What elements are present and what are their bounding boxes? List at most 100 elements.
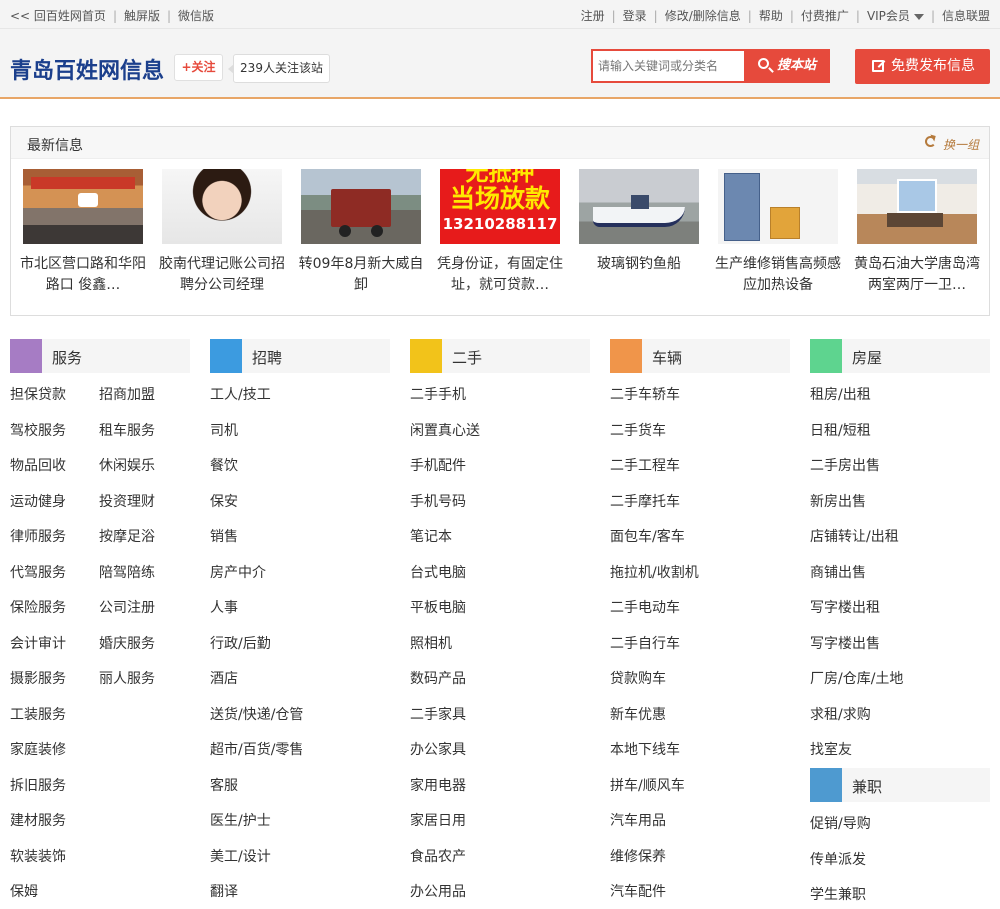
category-header[interactable]: 招聘 bbox=[210, 339, 390, 373]
refresh-button[interactable]: 换一组 bbox=[924, 136, 979, 153]
category-link[interactable]: 维修保养 bbox=[610, 847, 666, 867]
category-link[interactable]: 销售 bbox=[210, 527, 238, 547]
category-link[interactable]: 二手电动车 bbox=[610, 598, 680, 618]
category-link[interactable]: 写字楼出租 bbox=[810, 598, 880, 618]
category-link[interactable]: 保险服务 bbox=[10, 598, 66, 618]
category-link[interactable]: 工装服务 bbox=[10, 705, 66, 725]
latest-item-caption[interactable]: 凭身份证，有固定住址，就可贷款… bbox=[434, 254, 566, 296]
category-link[interactable]: 手机号码 bbox=[410, 492, 466, 512]
link-wechat-version[interactable]: 微信版 bbox=[178, 7, 214, 24]
category-link[interactable]: 会计审计 bbox=[10, 634, 66, 654]
portrait-photo[interactable] bbox=[162, 169, 282, 244]
category-link[interactable]: 贷款购车 bbox=[610, 669, 666, 689]
category-link[interactable]: 送货/快递/仓管 bbox=[210, 705, 303, 725]
search-button[interactable]: 搜本站 bbox=[745, 49, 830, 83]
link-paid-promo[interactable]: 付费推广 bbox=[801, 7, 849, 24]
category-link[interactable]: 面包车/客车 bbox=[610, 527, 685, 547]
category-link[interactable]: 保姆 bbox=[10, 882, 38, 902]
category-link[interactable]: 休闲娱乐 bbox=[99, 456, 155, 476]
category-link[interactable]: 新车优惠 bbox=[610, 705, 666, 725]
category-title[interactable]: 兼职 bbox=[852, 776, 882, 797]
category-title[interactable]: 招聘 bbox=[252, 347, 282, 368]
category-link[interactable]: 摄影服务 bbox=[10, 669, 66, 689]
category-link[interactable]: 求租/求购 bbox=[810, 705, 871, 725]
living-room-photo[interactable] bbox=[857, 169, 977, 244]
category-link[interactable]: 医生/护士 bbox=[210, 811, 271, 831]
category-link[interactable]: 租房/出租 bbox=[810, 385, 871, 405]
category-link[interactable]: 照相机 bbox=[410, 634, 452, 654]
category-link[interactable]: 日租/短租 bbox=[810, 421, 871, 441]
link-info-alliance[interactable]: 信息联盟 bbox=[942, 7, 990, 24]
category-link[interactable]: 招商加盟 bbox=[99, 385, 155, 405]
category-title[interactable]: 二手 bbox=[452, 347, 482, 368]
category-link[interactable]: 代驾服务 bbox=[10, 563, 66, 583]
category-link[interactable]: 租车服务 bbox=[99, 421, 155, 441]
category-link[interactable]: 二手工程车 bbox=[610, 456, 680, 476]
category-link[interactable]: 拖拉机/收割机 bbox=[610, 563, 699, 583]
category-link[interactable]: 担保贷款 bbox=[10, 385, 66, 405]
category-link[interactable]: 二手手机 bbox=[410, 385, 466, 405]
category-link[interactable]: 汽车配件 bbox=[610, 882, 666, 902]
category-link[interactable]: 餐饮 bbox=[210, 456, 238, 476]
category-link[interactable]: 二手自行车 bbox=[610, 634, 680, 654]
link-touch-version[interactable]: 触屏版 bbox=[124, 7, 160, 24]
category-link[interactable]: 学生兼职 bbox=[810, 885, 866, 905]
latest-item-caption[interactable]: 胶南代理记账公司招聘分公司经理 bbox=[156, 254, 288, 296]
latest-item-caption[interactable]: 玻璃钢钓鱼船 bbox=[573, 254, 705, 296]
category-link[interactable]: 二手车轿车 bbox=[610, 385, 680, 405]
latest-item-caption[interactable]: 市北区营口路和华阳路口 俊鑫… bbox=[17, 254, 149, 296]
category-link[interactable]: 二手房出售 bbox=[810, 456, 880, 476]
latest-item-caption[interactable]: 黄岛石油大学唐岛湾两室两厅一卫… bbox=[851, 254, 983, 296]
category-link[interactable]: 翻译 bbox=[210, 882, 238, 902]
follow-button[interactable]: +关注 bbox=[174, 54, 223, 81]
category-link[interactable]: 二手摩托车 bbox=[610, 492, 680, 512]
latest-item-caption[interactable]: 转09年8月新大威自卸 bbox=[295, 254, 427, 296]
category-link[interactable]: 二手货车 bbox=[610, 421, 666, 441]
category-link[interactable]: 司机 bbox=[210, 421, 238, 441]
category-link[interactable]: 运动健身 bbox=[10, 492, 66, 512]
category-link[interactable]: 物品回收 bbox=[10, 456, 66, 476]
category-link[interactable]: 厂房/仓库/土地 bbox=[810, 669, 903, 689]
category-link[interactable]: 数码产品 bbox=[410, 669, 466, 689]
category-link[interactable]: 建材服务 bbox=[10, 811, 66, 831]
category-link[interactable]: 平板电脑 bbox=[410, 598, 466, 618]
category-link[interactable]: 家用电器 bbox=[410, 776, 466, 796]
publish-button[interactable]: 免费发布信息 bbox=[855, 49, 990, 84]
category-link[interactable]: 美工/设计 bbox=[210, 847, 271, 867]
heater-equipment-photo[interactable] bbox=[718, 169, 838, 244]
link-login[interactable]: 登录 bbox=[623, 7, 647, 24]
category-link[interactable]: 驾校服务 bbox=[10, 421, 66, 441]
storefront-photo[interactable] bbox=[23, 169, 143, 244]
category-link[interactable]: 人事 bbox=[210, 598, 238, 618]
category-link[interactable]: 行政/后勤 bbox=[210, 634, 271, 654]
category-link[interactable]: 汽车用品 bbox=[610, 811, 666, 831]
category-link[interactable]: 公司注册 bbox=[99, 598, 155, 618]
category-link[interactable]: 投资理财 bbox=[99, 492, 155, 512]
category-link[interactable]: 新房出售 bbox=[810, 492, 866, 512]
category-link[interactable]: 商铺出售 bbox=[810, 563, 866, 583]
link-help[interactable]: 帮助 bbox=[759, 7, 783, 24]
category-link[interactable]: 律师服务 bbox=[10, 527, 66, 547]
category-link[interactable]: 丽人服务 bbox=[99, 669, 155, 689]
dump-truck-photo[interactable] bbox=[301, 169, 421, 244]
category-link[interactable]: 超市/百货/零售 bbox=[210, 740, 303, 760]
category-header[interactable]: 兼职 bbox=[810, 768, 990, 802]
category-link[interactable]: 客服 bbox=[210, 776, 238, 796]
category-title[interactable]: 车辆 bbox=[652, 347, 682, 368]
category-link[interactable]: 店铺转让/出租 bbox=[810, 527, 899, 547]
category-link[interactable]: 工人/技工 bbox=[210, 385, 271, 405]
category-header[interactable]: 服务 bbox=[10, 339, 190, 373]
category-link[interactable]: 二手家具 bbox=[410, 705, 466, 725]
category-link[interactable]: 本地下线车 bbox=[610, 740, 680, 760]
link-edit-delete[interactable]: 修改/删除信息 bbox=[665, 7, 741, 24]
category-link[interactable]: 食品农产 bbox=[410, 847, 466, 867]
category-link[interactable]: 软装装饰 bbox=[10, 847, 66, 867]
category-link[interactable]: 家居日用 bbox=[410, 811, 466, 831]
link-register[interactable]: 注册 bbox=[581, 7, 605, 24]
category-header[interactable]: 房屋 bbox=[810, 339, 990, 373]
category-link[interactable]: 陪驾陪练 bbox=[99, 563, 155, 583]
category-link[interactable]: 酒店 bbox=[210, 669, 238, 689]
category-title[interactable]: 房屋 bbox=[852, 347, 882, 368]
category-link[interactable]: 拆旧服务 bbox=[10, 776, 66, 796]
category-link[interactable]: 按摩足浴 bbox=[99, 527, 155, 547]
